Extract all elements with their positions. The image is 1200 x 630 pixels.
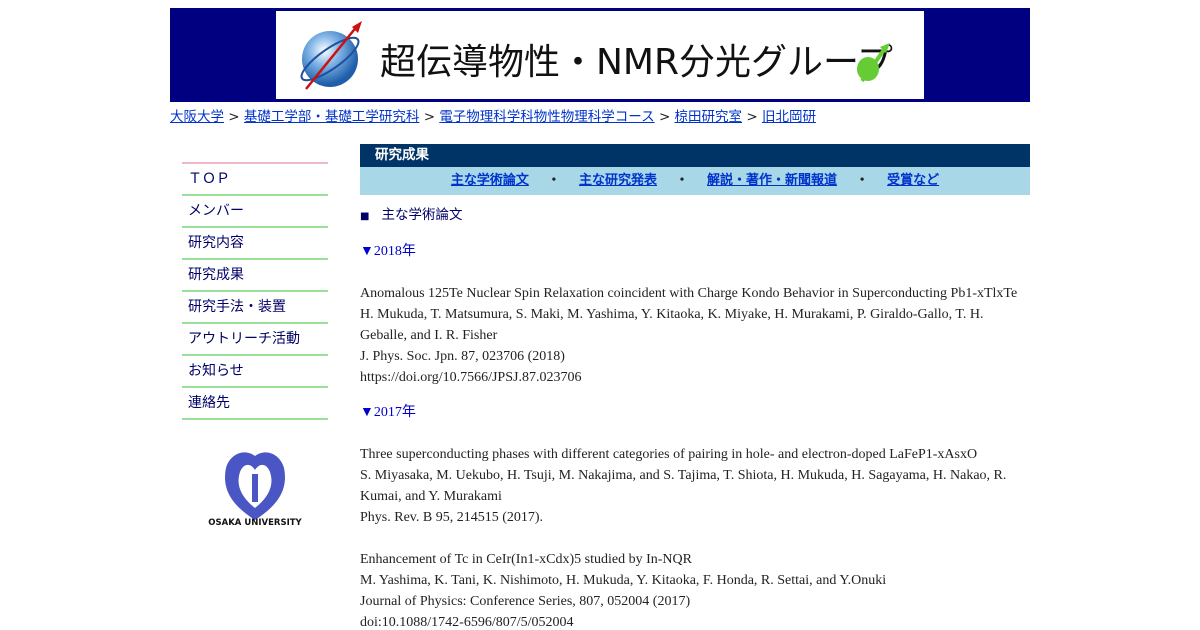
content-heading: ■ 主な学術論文 (360, 205, 1030, 227)
spin-sphere-logo-icon (300, 21, 362, 90)
breadcrumb-link-physics-course[interactable]: 電子物理科学科物性物理科学コース (439, 109, 654, 125)
publication-doi: https://doi.org/10.7566/JPSJ.87.023706 (360, 370, 582, 385)
subnav-separator: ・ (547, 173, 561, 188)
site-header: 超伝導物性・NMR分光グループ (170, 8, 1030, 102)
publication-authors: H. Mukuda, T. Matsumura, S. Maki, M. Yas… (360, 307, 984, 343)
subnav-separator: ・ (855, 173, 869, 188)
sidebar-item-contact[interactable]: 連絡先 (182, 388, 328, 420)
sidebar-item-results[interactable]: 研究成果 (182, 260, 328, 292)
sidebar-item-outreach[interactable]: アウトリーチ活動 (182, 324, 328, 356)
sub-navigation: 主な学術論文 ・ 主な研究発表 ・ 解説・著作・新聞報道 ・ 受賞など (360, 167, 1030, 195)
breadcrumb-separator: > (658, 109, 671, 125)
publication-doi: doi:10.1088/1742-6596/807/5/052004 (360, 615, 574, 630)
breadcrumb-link-kitaoka-lab[interactable]: 旧北岡研 (762, 109, 816, 125)
sidebar-item-research[interactable]: 研究内容 (182, 228, 328, 260)
publication-journal: J. Phys. Soc. Jpn. 87, 023706 (2018) (360, 349, 565, 364)
section-title-bar: 研究成果 (360, 144, 1030, 167)
heading-text: 主な学術論文 (381, 207, 463, 223)
publication-item: Anomalous 125Te Nuclear Spin Relaxation … (360, 283, 1030, 388)
section-title: 研究成果 (375, 147, 429, 163)
heading-square-icon: ■ (360, 211, 370, 222)
subnav-separator: ・ (675, 173, 689, 188)
subnav-link-papers[interactable]: 主な学術論文 (451, 173, 529, 188)
subnav-link-presentations[interactable]: 主な研究発表 (579, 173, 657, 188)
publication-item: Enhancement of Tc in CeIr(In1-xCdx)5 stu… (360, 549, 1030, 630)
subnav-link-articles[interactable]: 解説・著作・新聞報道 (707, 173, 837, 188)
sidebar-item-news[interactable]: お知らせ (182, 356, 328, 388)
publication-title: Enhancement of Tc in CeIr(In1-xCdx)5 stu… (360, 552, 692, 567)
osaka-university-logo[interactable]: OSAKA UNIVERSITY (200, 444, 310, 530)
sidebar-item-top[interactable]: ＴＯＰ (182, 164, 328, 196)
logo-text: OSAKA UNIVERSITY (208, 518, 302, 528)
main-content: ■ 主な学術論文 ▼2018年 Anomalous 125Te Nuclear S… (360, 203, 1030, 630)
page: 超伝導物性・NMR分光グループ 大阪大学 > 基礎工学部・基礎工学研究科 > 電… (0, 0, 1200, 630)
publication-title: Three superconducting phases with differ… (360, 447, 978, 462)
green-spin-icon (857, 43, 890, 83)
breadcrumb: 大阪大学 > 基礎工学部・基礎工学研究科 > 電子物理科学科物性物理科学コース … (170, 105, 816, 125)
publication-authors: M. Yashima, K. Tani, K. Nishimoto, H. Mu… (360, 573, 887, 588)
year-toggle-2018[interactable]: ▼2018年 (360, 241, 1030, 262)
publication-authors: S. Miyasaka, M. Uekubo, H. Tsuji, M. Nak… (360, 468, 1007, 504)
breadcrumb-separator: > (423, 109, 436, 125)
sidebar-nav: ＴＯＰ メンバー 研究内容 研究成果 研究手法・装置 アウトリーチ活動 お知らせ… (182, 162, 328, 420)
breadcrumb-link-engineering-science[interactable]: 基礎工学部・基礎工学研究科 (244, 109, 420, 125)
header-banner[interactable]: 超伝導物性・NMR分光グループ (276, 11, 924, 99)
sidebar-item-members[interactable]: メンバー (182, 196, 328, 228)
breadcrumb-separator: > (746, 109, 758, 125)
breadcrumb-separator: > (228, 109, 240, 125)
publication-journal: Journal of Physics: Conference Series, 8… (360, 594, 691, 609)
breadcrumb-link-osaka-university[interactable]: 大阪大学 (170, 109, 224, 125)
sidebar-item-methods[interactable]: 研究手法・装置 (182, 292, 328, 324)
year-toggle-2017[interactable]: ▼2017年 (360, 402, 1030, 423)
publication-journal: Phys. Rev. B 95, 214515 (2017). (360, 510, 544, 525)
site-title: 超伝導物性・NMR分光グループ (380, 42, 893, 83)
breadcrumb-link-mukuda-lab[interactable]: 椋田研究室 (675, 109, 743, 125)
publication-title: Anomalous 125Te Nuclear Spin Relaxation … (360, 286, 1018, 301)
publication-item: Three superconducting phases with differ… (360, 444, 1030, 528)
subnav-link-awards[interactable]: 受賞など (887, 173, 939, 188)
